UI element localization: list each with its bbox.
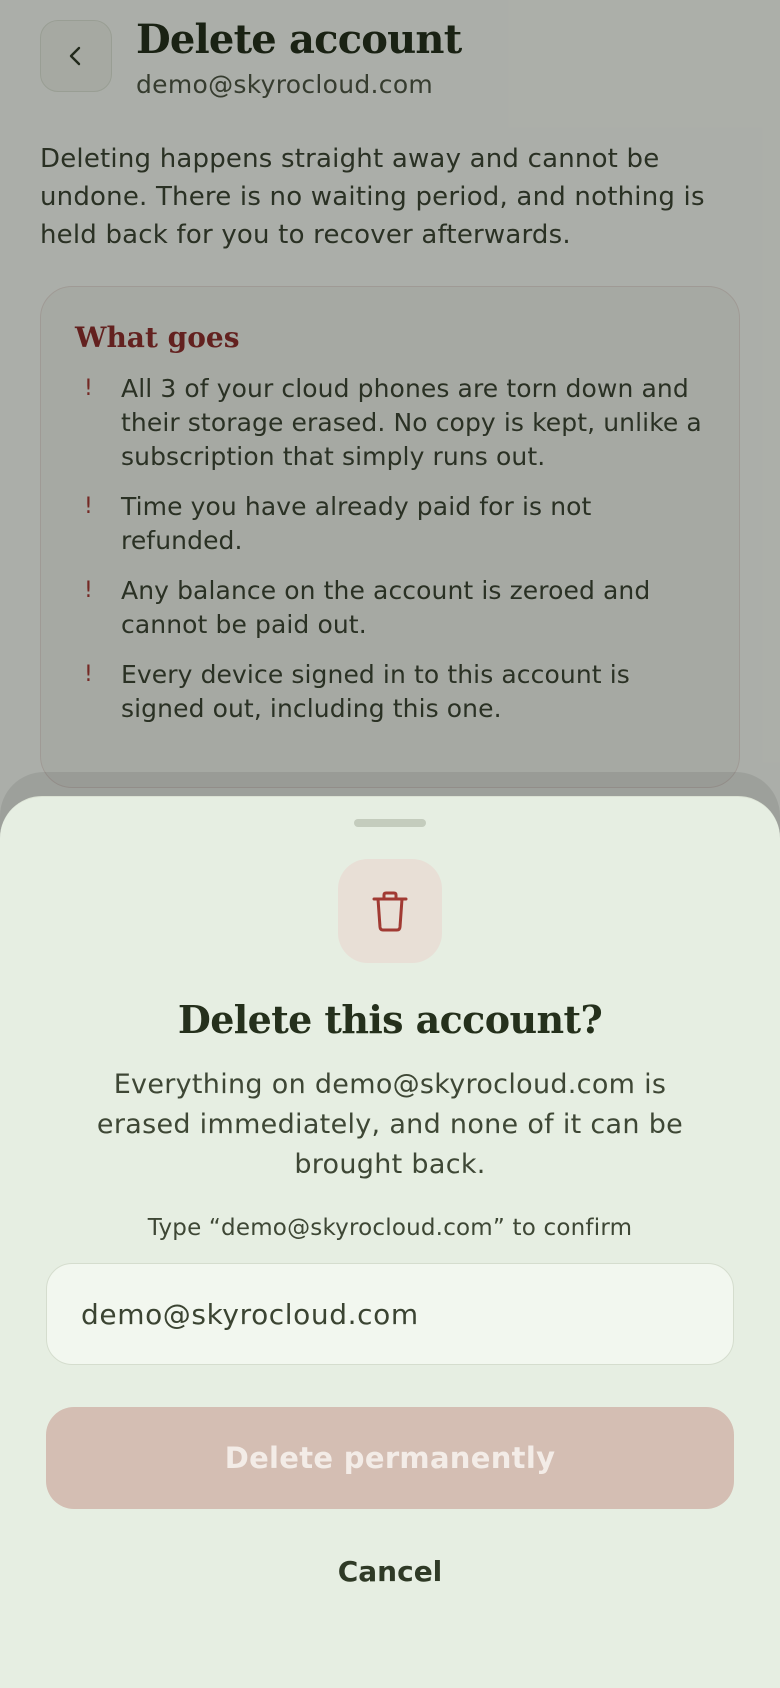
sheet-grabber[interactable] (354, 819, 426, 827)
delete-confirm-sheet: Delete this account? Everything on demo@… (0, 796, 780, 1688)
trash-icon (372, 891, 408, 932)
cancel-button[interactable]: Cancel (290, 1541, 490, 1601)
sheet-title: Delete this account? (177, 997, 603, 1042)
confirm-email-input[interactable] (46, 1263, 734, 1365)
confirm-label: Type “demo@skyrocloud.com” to confirm (147, 1215, 633, 1241)
sheet-description: Everything on demo@skyrocloud.com is era… (96, 1069, 684, 1180)
screen: Delete account demo@skyrocloud.com Delet… (0, 0, 780, 1688)
delete-permanently-button[interactable]: Delete permanently (46, 1407, 734, 1509)
trash-icon-tile (338, 859, 442, 963)
